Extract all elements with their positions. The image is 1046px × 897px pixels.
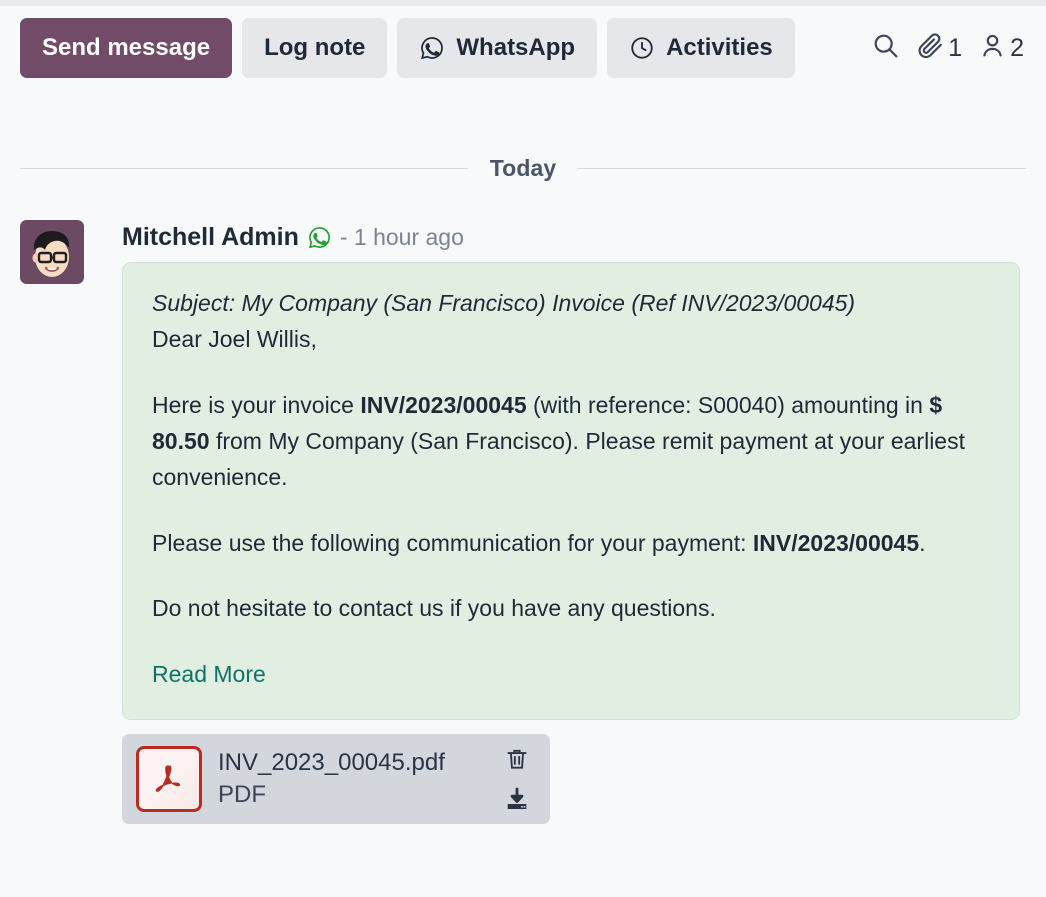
message-subject: Subject: My Company (San Francisco) Invo… [152,285,993,321]
invoice-text-b: (with reference: S00040) amounting in [527,392,930,418]
divider-rule-right [578,168,1026,169]
attachment-card[interactable]: INV_2023_00045.pdf PDF [122,734,550,824]
followers-count: 2 [1010,36,1024,61]
followers-counter[interactable]: 2 [978,31,1024,65]
message-paragraph-invoice: Here is your invoice INV/2023/00045 (wit… [152,387,993,496]
whatsapp-icon [419,35,445,61]
pdf-file-icon [136,746,202,812]
whatsapp-button[interactable]: WhatsApp [397,18,597,78]
top-strip [0,0,1046,6]
paragraph-gap [152,561,993,590]
paperclip-icon [916,31,945,65]
search-icon [871,31,900,65]
chatter-panel: Send message Log note WhatsApp Activitie… [0,0,1046,897]
send-message-label: Send message [42,36,210,60]
attachment-meta: INV_2023_00045.pdf PDF [218,748,488,810]
message-timestamp: - 1 hour ago [340,226,464,249]
message-paragraph-contact: Do not hesitate to contact us if you hav… [152,590,993,626]
divider-rule-left [20,168,468,169]
paragraph-gap [152,358,993,387]
invoice-text-c: from My Company (San Francisco). Please … [152,428,965,490]
message-paragraph-communication: Please use the following communication f… [152,525,993,561]
message-greeting: Dear Joel Willis, [152,321,993,357]
whatsapp-label: WhatsApp [456,36,575,60]
communication-reference: INV/2023/00045 [753,530,919,556]
attachment-list: INV_2023_00045.pdf PDF [122,734,1020,824]
toolbar-icon-group: 1 2 [871,31,1030,65]
activities-button[interactable]: Activities [607,18,795,78]
attachment-count: 1 [948,36,962,61]
log-note-label: Log note [264,36,365,60]
log-note-button[interactable]: Log note [242,18,387,78]
attachments-counter[interactable]: 1 [916,31,962,65]
invoice-reference: INV/2023/00045 [360,392,526,418]
read-more-link[interactable]: Read More [152,656,266,692]
message-body: Subject: My Company (San Francisco) Invo… [122,262,1020,720]
attachment-filename: INV_2023_00045.pdf [218,748,488,778]
avatar[interactable] [20,220,84,284]
attachment-actions [504,746,536,812]
paragraph-gap [152,496,993,525]
clock-icon [629,35,655,61]
whatsapp-icon [307,225,332,250]
invoice-text-a: Here is your invoice [152,392,360,418]
send-message-button[interactable]: Send message [20,18,232,78]
download-icon[interactable] [504,786,530,812]
attachment-filetype: PDF [218,780,488,810]
person-icon [978,31,1007,65]
search-button[interactable] [871,31,900,65]
message-author: Mitchell Admin [122,225,299,250]
message-item: Mitchell Admin - 1 hour ago Subject: My … [20,220,1020,824]
trash-icon[interactable] [504,746,530,772]
communication-text-a: Please use the following communication f… [152,530,753,556]
activities-label: Activities [666,36,773,60]
chatter-toolbar: Send message Log note WhatsApp Activitie… [20,18,1030,78]
communication-text-b: . [919,530,925,556]
date-divider: Today [20,155,1026,182]
message-author-line: Mitchell Admin - 1 hour ago [122,220,1020,254]
date-divider-label: Today [490,155,557,182]
